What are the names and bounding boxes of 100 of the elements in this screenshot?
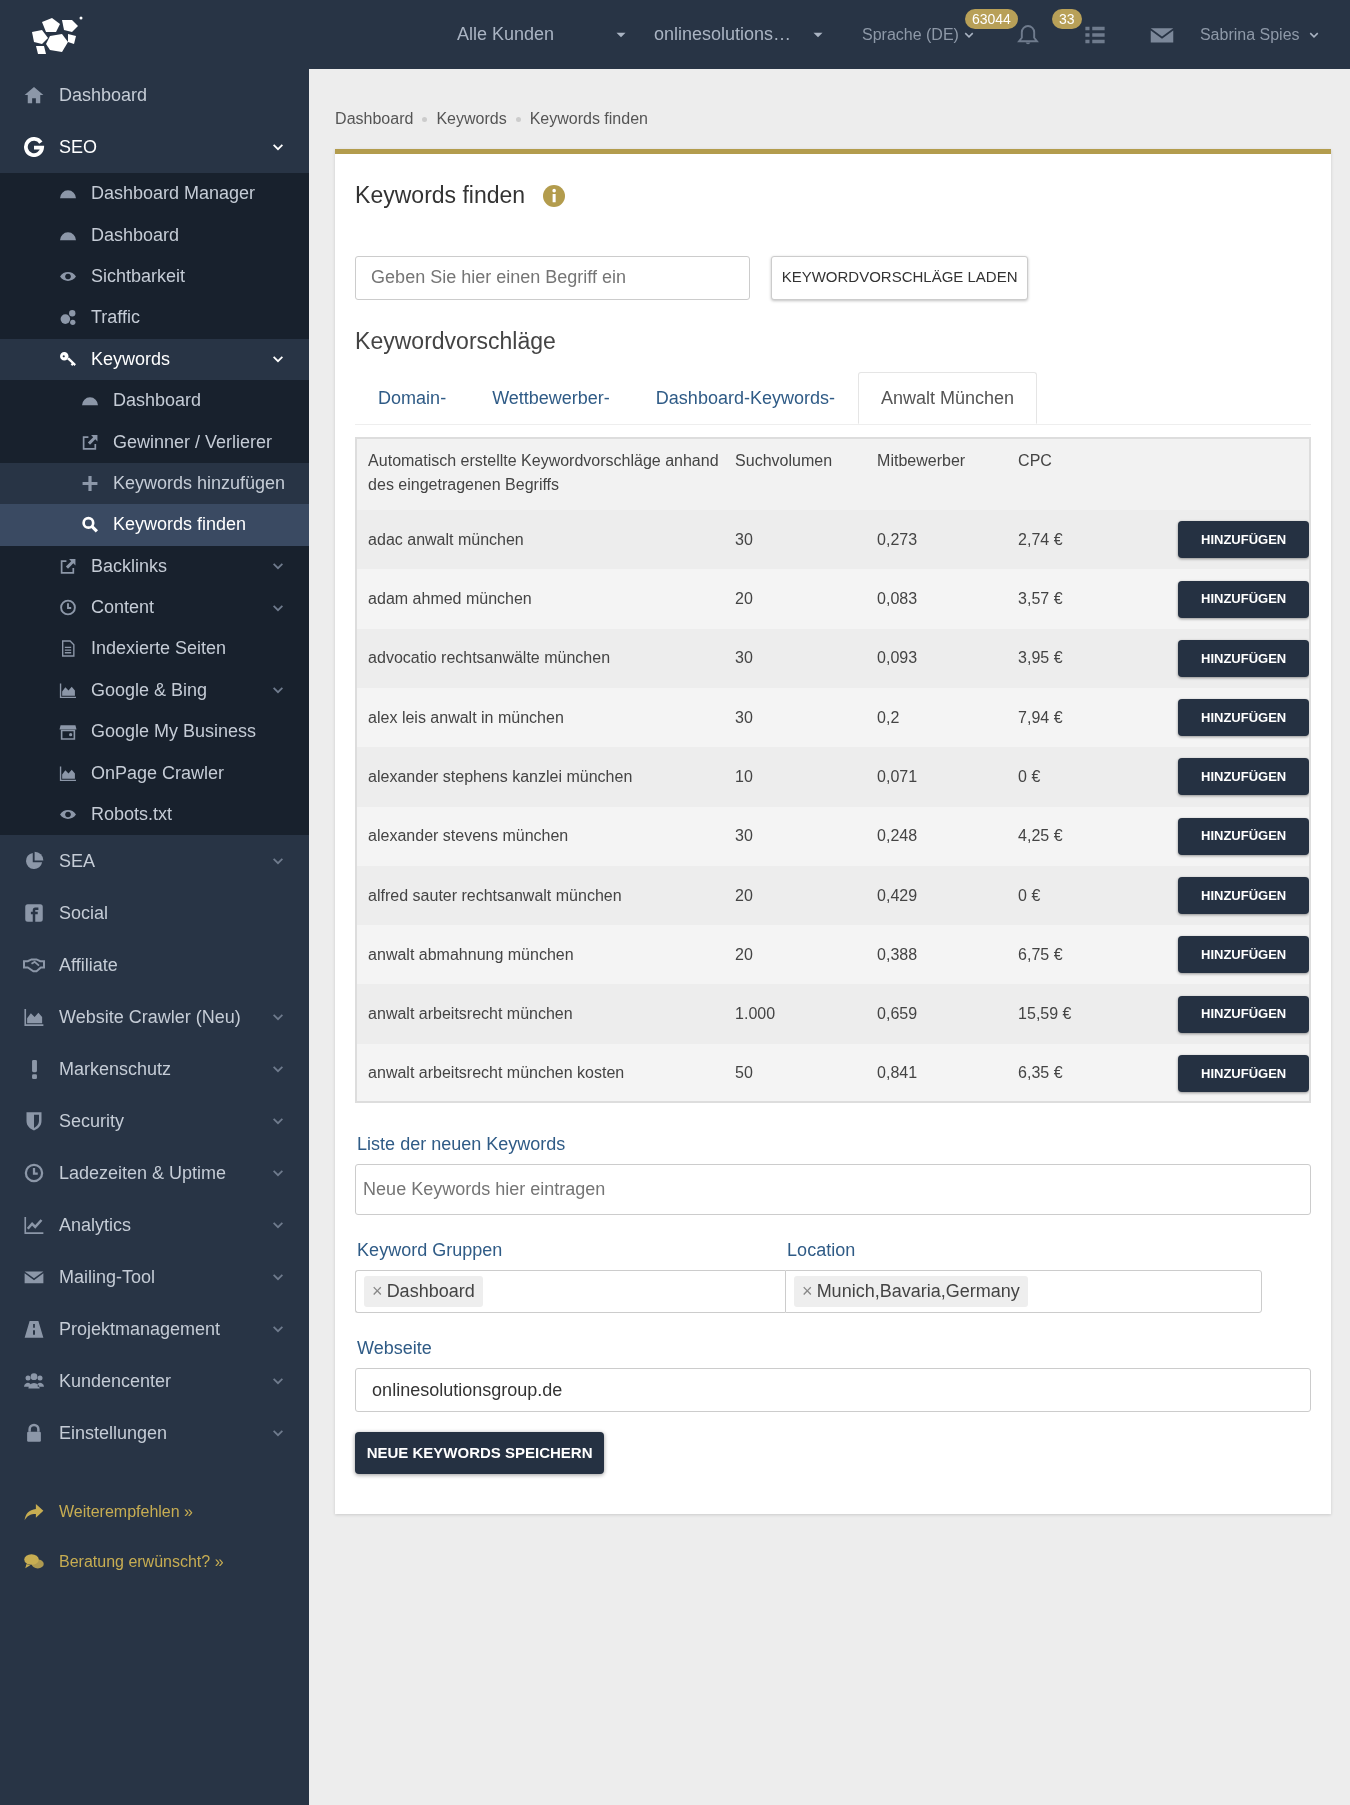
sidebar-item[interactable]: Analytics	[0, 1199, 310, 1252]
area-chart-icon	[22, 1007, 46, 1028]
add-button[interactable]: HINZUFÜGEN	[1178, 758, 1310, 796]
column-header: Suchvolumen	[735, 451, 834, 472]
footer-link[interactable]: Beratung erwünscht? »	[0, 1537, 310, 1588]
sidebar-item[interactable]: Keywords finden	[0, 504, 310, 546]
add-button[interactable]: HINZUFÜGEN	[1178, 521, 1310, 559]
table-cell-text: 0,093	[877, 648, 919, 669]
table-cell-text: advocatio rechtsanwälte münchen	[367, 648, 612, 669]
tag-field[interactable]: × Munich,Bavaria,Germany	[785, 1270, 1263, 1314]
add-button[interactable]: HINZUFÜGEN	[1178, 1054, 1310, 1092]
breadcrumb-link[interactable]: Keywords finden	[529, 107, 648, 131]
field-label: Keyword Gruppen	[357, 1239, 504, 1263]
user-menu[interactable]: Sabrina Spies	[1199, 22, 1320, 47]
add-button[interactable]: HINZUFÜGEN	[1178, 817, 1310, 855]
load-button[interactable]: KEYWORDVORSCHLÄGE LADEN	[771, 255, 1029, 300]
tab[interactable]: Wettbewerber-	[469, 372, 633, 425]
table-cell-text: alexander stevens münchen	[367, 826, 570, 847]
table-cell-text: 20	[735, 885, 754, 906]
add-button[interactable]: HINZUFÜGEN	[1178, 995, 1310, 1033]
add-button[interactable]: HINZUFÜGEN	[1178, 699, 1310, 737]
table-cell-text: 20	[735, 944, 754, 965]
sidebar-item[interactable]: Backlinks	[0, 545, 310, 587]
table-cell-text: anwalt arbeitsrecht münchen	[367, 1004, 574, 1025]
field-label: Liste der neuen Keywords	[357, 1133, 567, 1157]
breadcrumb-link[interactable]: Dashboard	[335, 107, 414, 131]
table-cell-text: 50	[735, 1063, 754, 1084]
sidebar-item[interactable]: Dashboard	[0, 214, 310, 256]
sidebar-item[interactable]: Indexierte Seiten	[0, 628, 310, 670]
sidebar-item[interactable]: Google & Bing	[0, 669, 310, 712]
section-title: Keywordvorschläge	[355, 326, 557, 356]
sidebar-item[interactable]: OnPage Crawler	[0, 752, 310, 794]
add-button[interactable]: HINZUFÜGEN	[1178, 580, 1310, 618]
tab[interactable]: Dashboard-Keywords-	[632, 372, 858, 425]
sidebar-item[interactable]: Einstellungen	[0, 1407, 310, 1460]
square-f-icon	[22, 903, 46, 924]
column-header: Automatisch erstellte Keywordvorschläge anhand des eingetragenen Begriffs	[367, 451, 720, 496]
sidebar-item[interactable]: Traffic	[0, 297, 310, 339]
sidebar-item[interactable]: Ladezeiten & Uptime	[0, 1147, 310, 1200]
table-cell-text: anwalt arbeitsrecht münchen kosten	[367, 1063, 626, 1084]
tag[interactable]: × Munich,Bavaria,Germany	[794, 1276, 1028, 1308]
sidebar-item[interactable]: Sichtbarkeit	[0, 255, 310, 298]
field-label: Webseite	[357, 1337, 433, 1361]
clock-icon	[22, 1163, 46, 1184]
sidebar-item[interactable]: Markenschutz	[0, 1043, 310, 1096]
table-cell-text: alexander stephens kanzlei münchen	[367, 766, 634, 787]
sidebar-item[interactable]: Security	[0, 1095, 310, 1148]
column-header: Mitbewerber	[877, 451, 967, 472]
sidebar-item[interactable]: Website Crawler (Neu)	[0, 991, 310, 1044]
table-cell-text: 0,273	[877, 529, 919, 550]
table-cell-text: 0,248	[877, 826, 919, 847]
sidebar-item[interactable]: Mailing-Tool	[0, 1251, 310, 1304]
bell-icon[interactable]	[1016, 24, 1039, 47]
tag-label: Dashboard	[386, 1280, 475, 1304]
search-field[interactable]: Geben Sie hier einen Begriff ein	[355, 255, 751, 300]
table-cell-text: 2,74 €	[1018, 529, 1064, 550]
sidebar-item[interactable]: Keywords	[0, 338, 310, 380]
sidebar-item[interactable]: Social	[0, 887, 310, 940]
info-icon	[543, 184, 566, 207]
external-link-icon	[80, 433, 100, 451]
sidebar-item[interactable]: Gewinner / Verlierer	[0, 421, 310, 463]
table-cell-text: 15,59 €	[1018, 1004, 1073, 1025]
table-cell-text: 3,57 €	[1018, 589, 1064, 610]
keywords-field[interactable]: Neue Keywords hier eintragen	[355, 1164, 1312, 1216]
add-button[interactable]: HINZUFÜGEN	[1178, 936, 1310, 974]
sidebar-item[interactable]: Dashboard	[0, 69, 310, 121]
sidebar-item[interactable]: Robots.txt	[0, 793, 310, 836]
table-cell-text: 7,94 €	[1018, 707, 1064, 728]
table-cell-text: 10	[735, 766, 754, 787]
table-cell-text: 0,429	[877, 885, 919, 906]
external-link-icon	[58, 557, 78, 575]
table-cell-text: adac anwalt münchen	[367, 529, 525, 550]
dropdown[interactable]: onlinesolutions…	[654, 21, 824, 48]
sidebar-item[interactable]: Affiliate	[0, 939, 310, 992]
column-header: CPC	[1018, 451, 1053, 472]
save-button[interactable]: NEUE KEYWORDS SPEICHERN	[355, 1432, 605, 1475]
table-cell-text: 0 €	[1018, 766, 1042, 787]
sidebar-item[interactable]: Kundencenter	[0, 1355, 310, 1408]
sidebar-item[interactable]: Keywords hinzufügen	[0, 462, 310, 505]
footer-link[interactable]: Weiterempfehlen »	[0, 1487, 310, 1538]
add-button[interactable]: HINZUFÜGEN	[1178, 639, 1310, 677]
sidebar-item[interactable]: SEA	[0, 835, 310, 888]
sidebar-item[interactable]: SEO	[0, 121, 310, 173]
sidebar-item[interactable]: Dashboard	[0, 379, 310, 422]
tab[interactable]: Anwalt München	[857, 372, 1037, 425]
search-icon	[80, 516, 100, 534]
website-field[interactable]: onlinesolutionsgroup.de	[355, 1368, 1312, 1413]
tag-field[interactable]: × Dashboard	[355, 1270, 786, 1314]
sidebar-item[interactable]: Dashboard Manager	[0, 173, 310, 215]
road-icon	[22, 1319, 46, 1340]
line-chart-icon	[22, 1215, 46, 1236]
dropdown[interactable]: Alle Kunden	[457, 21, 627, 48]
add-button[interactable]: HINZUFÜGEN	[1178, 877, 1310, 914]
breadcrumb-link[interactable]: Keywords	[436, 107, 507, 131]
tag[interactable]: × Dashboard	[364, 1276, 483, 1308]
sidebar-item[interactable]: Projektmanagement	[0, 1303, 310, 1356]
users-icon	[22, 1371, 46, 1392]
sidebar-item[interactable]: Content	[0, 586, 310, 629]
sidebar-item[interactable]: Google My Business	[0, 711, 310, 753]
tab[interactable]: Domain-	[355, 372, 470, 425]
